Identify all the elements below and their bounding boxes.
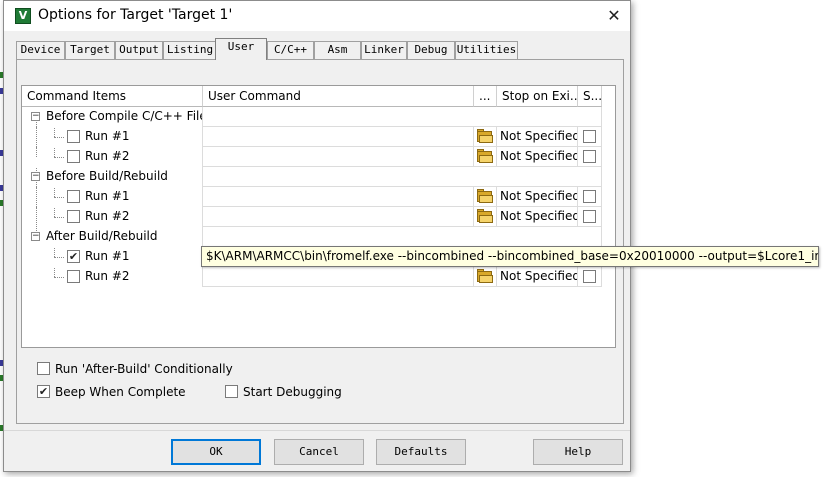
run-checkbox[interactable] — [67, 210, 80, 223]
run-label: Run #1 — [85, 249, 130, 263]
run-label: Run #1 — [85, 189, 130, 203]
user-command-grid: Command Items User Command ... Stop on E… — [21, 85, 616, 348]
user-command-cell[interactable] — [203, 127, 474, 147]
header-browse[interactable]: ... — [474, 86, 497, 107]
user-command-cell[interactable] — [203, 207, 474, 227]
group-label: Before Build/Rebuild — [46, 169, 168, 183]
defaults-button[interactable]: Defaults — [376, 439, 466, 465]
beep-checkbox[interactable]: ✔ — [37, 385, 50, 398]
keil-v-icon: V — [15, 8, 31, 24]
stop-on-exit-value[interactable]: Not Specified — [497, 187, 578, 207]
header-s[interactable]: S... — [578, 86, 602, 107]
group-row[interactable]: − Before Compile C/C++ File — [22, 107, 602, 127]
run-after-build-checkbox[interactable] — [37, 362, 50, 375]
run-checkbox[interactable] — [67, 130, 80, 143]
header-user-command[interactable]: User Command — [203, 86, 474, 107]
run-row[interactable]: Run #2 Not Specified — [22, 267, 602, 287]
run-row[interactable]: Run #2 Not Specified — [22, 207, 602, 227]
run-row[interactable]: Run #1 Not Specified — [22, 127, 602, 147]
cancel-button[interactable]: Cancel — [274, 439, 364, 465]
group-label: After Build/Rebuild — [46, 229, 158, 243]
stop-on-exit-value[interactable]: Not Specified — [497, 207, 578, 227]
group-label: Before Compile C/C++ File — [46, 109, 203, 123]
stop-on-exit-value[interactable]: Not Specified — [497, 127, 578, 147]
header-command-items[interactable]: Command Items — [22, 86, 203, 107]
ok-button[interactable]: OK — [171, 439, 261, 465]
run-checkbox[interactable] — [67, 190, 80, 203]
run-row[interactable]: Run #1 Not Specified — [22, 187, 602, 207]
run-label: Run #1 — [85, 129, 130, 143]
folder-open-icon[interactable] — [476, 148, 494, 165]
s-checkbox[interactable] — [583, 130, 596, 143]
group-row[interactable]: − Before Build/Rebuild — [22, 167, 602, 187]
s-checkbox[interactable] — [583, 190, 596, 203]
run-label: Run #2 — [85, 209, 130, 223]
command-tooltip: $K\ARM\ARMCC\bin\fromelf.exe --bincombin… — [201, 246, 819, 267]
folder-open-icon[interactable] — [476, 188, 494, 205]
group-row[interactable]: − After Build/Rebuild — [22, 227, 602, 247]
user-command-cell[interactable] — [203, 267, 474, 287]
tab-c-cpp[interactable]: C/C++ — [267, 41, 314, 59]
title-bar[interactable]: V Options for Target 'Target 1' ✕ — [4, 1, 630, 31]
start-debugging-label: Start Debugging — [243, 385, 342, 399]
user-command-cell[interactable] — [203, 147, 474, 167]
tab-user[interactable]: User — [215, 38, 267, 60]
tab-debug[interactable]: Debug — [407, 41, 455, 59]
folder-open-icon[interactable] — [476, 128, 494, 145]
run-checkbox[interactable] — [67, 270, 80, 283]
options-dialog: V Options for Target 'Target 1' ✕ Device… — [3, 0, 631, 472]
run-row[interactable]: Run #2 Not Specified — [22, 147, 602, 167]
tab-utilities[interactable]: Utilities — [455, 41, 518, 59]
run-after-build-label: Run 'After-Build' Conditionally — [55, 362, 233, 376]
start-debugging-checkbox[interactable] — [225, 385, 238, 398]
tab-linker[interactable]: Linker — [361, 41, 407, 59]
window-title: Options for Target 'Target 1' — [38, 7, 233, 23]
tab-device[interactable]: Device — [16, 41, 65, 59]
run-label: Run #2 — [85, 269, 130, 283]
run-checkbox[interactable] — [67, 150, 80, 163]
folder-open-icon[interactable] — [476, 268, 494, 285]
collapse-icon[interactable]: − — [31, 232, 40, 241]
beep-label: Beep When Complete — [55, 385, 186, 399]
user-command-cell[interactable] — [203, 187, 474, 207]
s-checkbox[interactable] — [583, 210, 596, 223]
tab-listing[interactable]: Listing — [163, 41, 217, 59]
tab-strip: Device Target Output Listing User C/C++ … — [16, 38, 526, 60]
help-button[interactable]: Help — [533, 439, 623, 465]
collapse-icon[interactable]: − — [31, 172, 40, 181]
folder-open-icon[interactable] — [476, 208, 494, 225]
tab-asm[interactable]: Asm — [314, 41, 361, 59]
tab-target[interactable]: Target — [65, 41, 115, 59]
run-label: Run #2 — [85, 149, 130, 163]
stop-on-exit-value[interactable]: Not Specified — [497, 267, 578, 287]
header-stop-on-exit[interactable]: Stop on Exi... — [497, 86, 578, 107]
run-checkbox-checked[interactable]: ✔ — [67, 250, 80, 263]
close-button[interactable]: ✕ — [604, 6, 624, 26]
collapse-icon[interactable]: − — [31, 112, 40, 121]
tab-output[interactable]: Output — [115, 41, 163, 59]
s-checkbox[interactable] — [583, 270, 596, 283]
s-checkbox[interactable] — [583, 150, 596, 163]
stop-on-exit-value[interactable]: Not Specified — [497, 147, 578, 167]
